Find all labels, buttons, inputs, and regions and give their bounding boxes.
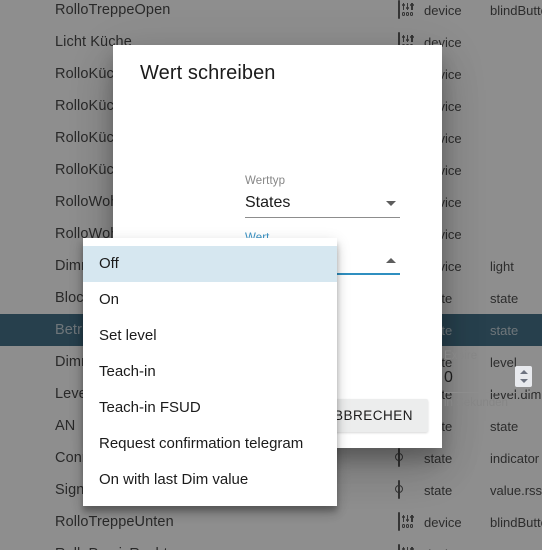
expire-underline	[444, 392, 532, 393]
expire-value: 0	[444, 369, 453, 386]
value-type-underline	[245, 217, 400, 218]
expire-label: Expire	[444, 350, 478, 362]
spinner-up-icon[interactable]	[519, 370, 528, 374]
menu-item[interactable]: Teach-in FSUD	[83, 390, 337, 426]
spinner-down-icon[interactable]	[519, 379, 528, 383]
value-type-label: Werttyp	[245, 175, 286, 187]
value-type-field: Werttyp States	[245, 175, 400, 218]
expire-hint: in Sekunden	[444, 397, 508, 409]
expire-input[interactable]: 0	[444, 365, 532, 393]
menu-item[interactable]: Request confirmation telegram	[83, 426, 337, 462]
value-dropdown-menu: Off On Set level Teach-in Teach-in FSUD Reque…	[83, 238, 337, 506]
expire-field: Expire 0 in Sekunden	[444, 350, 532, 409]
menu-item[interactable]: On with last Dim value	[83, 462, 337, 498]
chevron-down-icon	[386, 201, 396, 206]
menu-item[interactable]: Teach-in	[83, 354, 337, 390]
chevron-up-icon	[386, 258, 396, 263]
menu-item[interactable]: On	[83, 282, 337, 318]
value-type-value: States	[245, 194, 291, 211]
value-type-select[interactable]: States	[245, 190, 400, 218]
menu-item[interactable]: Set level	[83, 318, 337, 354]
menu-item[interactable]: Off	[83, 246, 337, 282]
dialog-title: Wert schreiben	[140, 62, 276, 84]
spinner-up-down-icon[interactable]	[515, 366, 532, 387]
